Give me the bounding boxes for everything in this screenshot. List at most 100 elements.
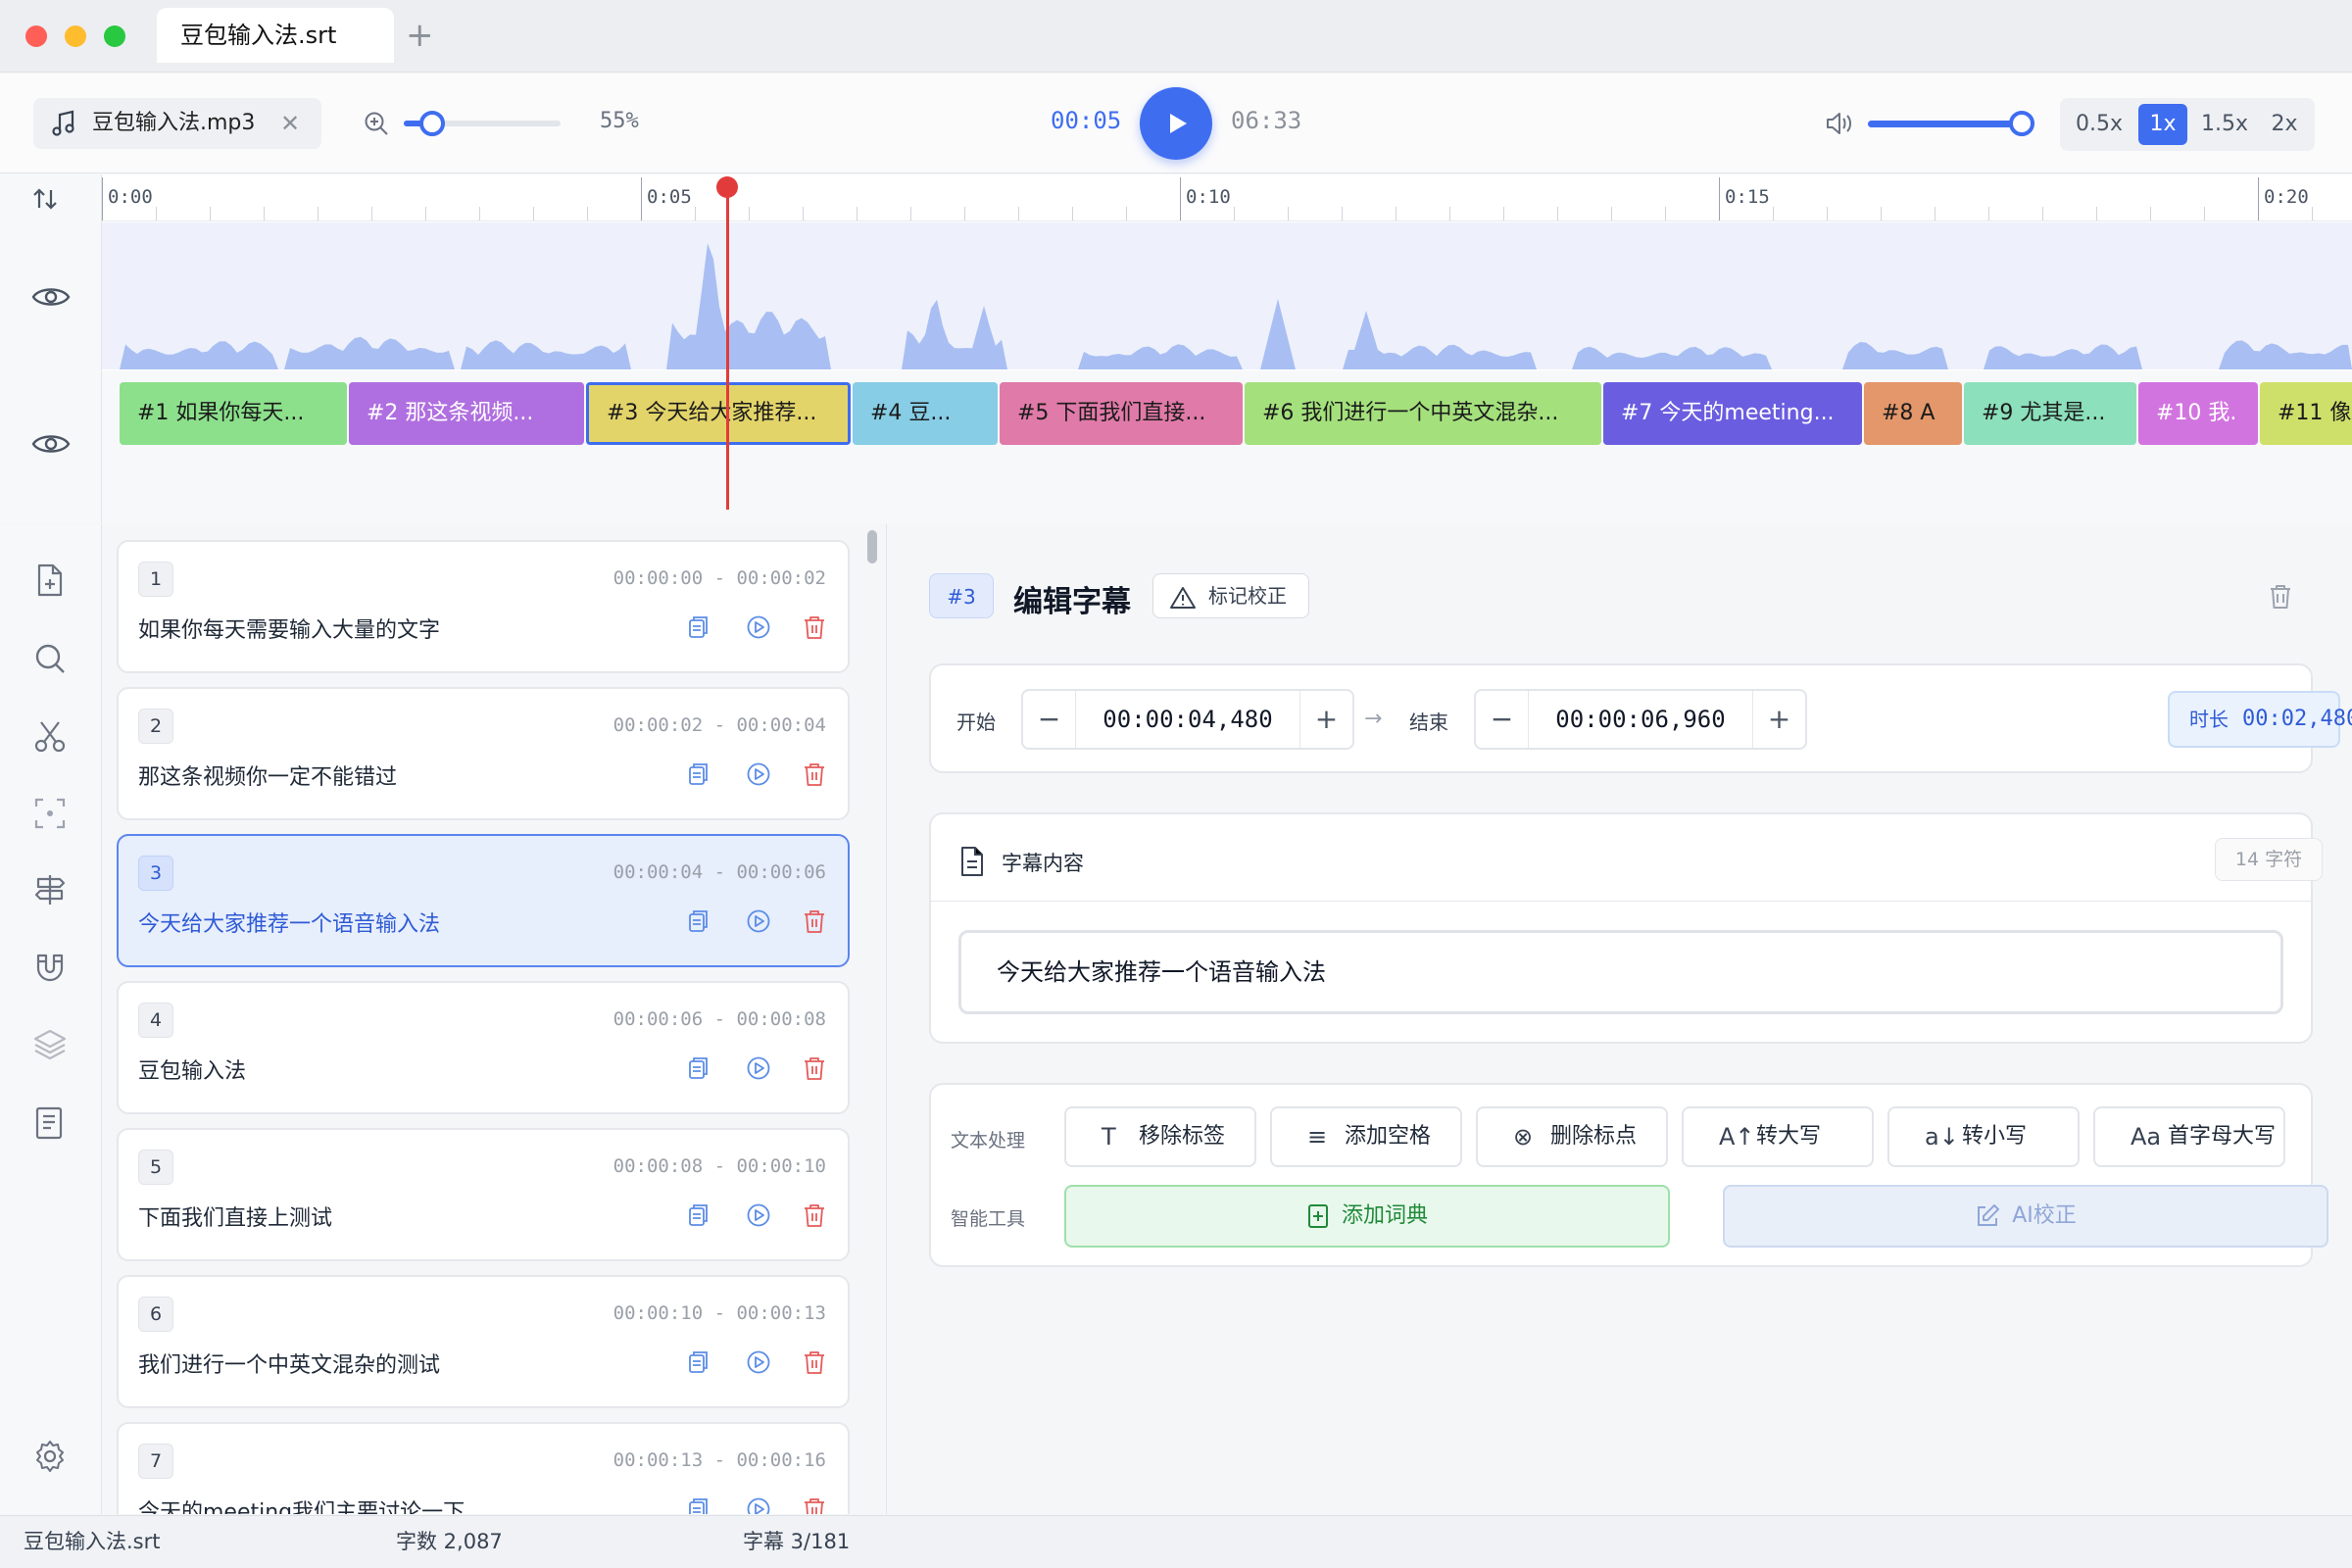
timeline-segment[interactable]: #4 豆...	[853, 382, 998, 445]
timeline-segment[interactable]: #5 下面我们直接...	[1000, 382, 1243, 445]
timeline-segment[interactable]: #6 我们进行一个中英文混杂...	[1245, 382, 1601, 445]
status-word-count: 字数 2,087	[396, 1530, 503, 1553]
audio-file-chip[interactable]: 豆包输入法.mp3 ✕	[33, 98, 321, 149]
play-circle-icon[interactable]	[746, 908, 771, 934]
play-circle-icon[interactable]	[746, 761, 771, 787]
mark-correction-button[interactable]: 标记校正	[1152, 573, 1309, 618]
copy-icon[interactable]	[687, 1496, 710, 1514]
sort-arrows-icon[interactable]	[31, 186, 61, 212]
play-button[interactable]	[1140, 87, 1212, 160]
magnet-icon[interactable]	[33, 952, 67, 985]
text-tool-button[interactable]: Aa 首字母大写	[2093, 1106, 2285, 1167]
copy-icon[interactable]	[687, 761, 710, 787]
speed-option[interactable]: 1x	[2138, 104, 2187, 145]
search-icon[interactable]	[33, 642, 67, 675]
waveform-track[interactable]	[102, 222, 2352, 369]
play-circle-icon[interactable]	[746, 1496, 771, 1514]
subtitle-number: 4	[138, 1003, 173, 1038]
trash-icon[interactable]	[803, 1496, 826, 1514]
waveform-visibility-eye-icon[interactable]	[31, 284, 71, 310]
text-tool-button[interactable]: A↑ 转大写	[1682, 1106, 1874, 1167]
speed-option[interactable]: 0.5x	[2068, 104, 2131, 145]
subtitle-list[interactable]: 1 00:00:00 - 00:00:02 如果你每天需要输入大量的文字 2 00:00…	[103, 524, 887, 1514]
text-tool-button[interactable]: ≡ 添加空格	[1270, 1106, 1462, 1167]
trash-icon[interactable]	[803, 761, 826, 787]
timeline-segment[interactable]: #7 今天的meeting...	[1603, 382, 1862, 445]
start-time-input[interactable]: 00:00:04,480	[1076, 691, 1299, 748]
file-tab[interactable]: 豆包输入法.srt	[157, 8, 394, 63]
subtitle-list-scrollbar[interactable]	[867, 530, 877, 564]
close-window-button[interactable]	[25, 25, 47, 47]
text-tool-button[interactable]: a↓ 转小写	[1887, 1106, 2080, 1167]
subtitle-track[interactable]: #11 像 #10 我. #9 尤其是... #8 A #7 今天的meeting...…	[102, 370, 2352, 523]
timeline-segment[interactable]: #3 今天给大家推荐...	[586, 382, 851, 445]
play-icon	[1170, 114, 1187, 133]
start-minus-button[interactable]: −	[1023, 691, 1076, 748]
remove-audio-button[interactable]: ✕	[280, 98, 300, 149]
signpost-icon[interactable]	[33, 873, 67, 906]
volume-slider[interactable]	[1868, 111, 2034, 136]
copy-icon[interactable]	[687, 908, 710, 934]
play-circle-icon[interactable]	[746, 614, 771, 640]
timeline-segment[interactable]: #8 A	[1864, 382, 1962, 445]
new-tab-button[interactable]: +	[406, 16, 434, 55]
timeline-segment[interactable]: #1 如果你每天...	[120, 382, 347, 445]
zoom-slider-handle[interactable]	[418, 111, 445, 136]
copy-icon[interactable]	[687, 614, 710, 640]
timeline-segment[interactable]: #9 尤其是...	[1964, 382, 2136, 445]
text-tool-button[interactable]: ⊗ 删除标点	[1476, 1106, 1668, 1167]
book-icon[interactable]	[33, 1106, 65, 1140]
text-tool-button[interactable]: T 移除标签	[1064, 1106, 1256, 1167]
speed-option[interactable]: 2x	[2262, 104, 2307, 145]
delete-subtitle-trash-icon[interactable]	[2268, 583, 2293, 611]
end-plus-button[interactable]: +	[1752, 691, 1805, 748]
timeline-segment[interactable]: #2 那这条视频...	[349, 382, 584, 445]
play-circle-icon[interactable]	[746, 1055, 771, 1081]
volume-slider-handle[interactable]	[2008, 111, 2034, 136]
subtitle-card[interactable]: 5 00:00:08 - 00:00:10 下面我们直接上测试	[117, 1128, 850, 1261]
ai-correction-button[interactable]: AI校正	[1723, 1185, 2328, 1248]
subtitle-card[interactable]: 4 00:00:06 - 00:00:08 豆包输入法	[117, 981, 850, 1114]
file-plus-icon[interactable]	[33, 564, 65, 597]
ruler-label: 0:15	[1725, 186, 1770, 208]
time-ruler[interactable]: 0:00 0:05 0:10 0:15 0:20	[102, 174, 2352, 221]
timeline-segment[interactable]: #10 我.	[2138, 382, 2258, 445]
subtitle-number: 5	[138, 1150, 173, 1185]
minimize-window-button[interactable]	[65, 25, 86, 47]
zoom-window-button[interactable]	[104, 25, 125, 47]
subtitle-card[interactable]: 6 00:00:10 - 00:00:13 我们进行一个中英文混杂的测试	[117, 1275, 850, 1408]
trash-icon[interactable]	[803, 614, 826, 640]
copy-icon[interactable]	[687, 1349, 710, 1375]
subtitle-card[interactable]: 2 00:00:02 - 00:00:04 那这条视频你一定不能错过	[117, 687, 850, 820]
layers-icon[interactable]	[33, 1028, 67, 1061]
volume-icon[interactable]	[1825, 111, 1854, 136]
subtitle-card[interactable]: 1 00:00:00 - 00:00:02 如果你每天需要输入大量的文字	[117, 540, 850, 673]
copy-icon[interactable]	[687, 1202, 710, 1228]
play-circle-icon[interactable]	[746, 1202, 771, 1228]
subtitle-text-input[interactable]: 今天给大家推荐一个语音输入法	[958, 930, 2283, 1014]
subtitle-card[interactable]: 7 00:00:13 - 00:00:16 今天的meeting我们主要讨论一下	[117, 1422, 850, 1514]
trash-icon[interactable]	[803, 1202, 826, 1228]
ruler-tick	[264, 207, 265, 220]
scissors-icon[interactable]	[33, 720, 67, 754]
play-circle-icon[interactable]	[746, 1349, 771, 1375]
start-plus-button[interactable]: +	[1299, 691, 1352, 748]
subtitle-track-visibility-eye-icon[interactable]	[31, 431, 71, 457]
ruler-tick	[1881, 207, 1882, 220]
add-dictionary-button[interactable]: 添加词典	[1064, 1185, 1670, 1248]
trash-icon[interactable]	[803, 908, 826, 934]
tool-icon: T	[1102, 1123, 1116, 1151]
trash-icon[interactable]	[803, 1055, 826, 1081]
copy-icon[interactable]	[687, 1055, 710, 1081]
focus-frame-icon[interactable]	[33, 797, 67, 830]
zoom-slider[interactable]	[404, 111, 561, 136]
timeline-segment[interactable]: #11 像	[2260, 382, 2352, 445]
ruler-tick	[371, 207, 372, 220]
gear-icon[interactable]	[33, 1440, 67, 1473]
end-minus-button[interactable]: −	[1476, 691, 1529, 748]
end-time-input[interactable]: 00:00:06,960	[1529, 691, 1752, 748]
trash-icon[interactable]	[803, 1349, 826, 1375]
subtitle-card[interactable]: 3 00:00:04 - 00:00:06 今天给大家推荐一个语音输入法	[117, 834, 850, 967]
right-arrow-icon: →	[1364, 707, 1383, 731]
speed-option[interactable]: 1.5x	[2193, 104, 2256, 145]
